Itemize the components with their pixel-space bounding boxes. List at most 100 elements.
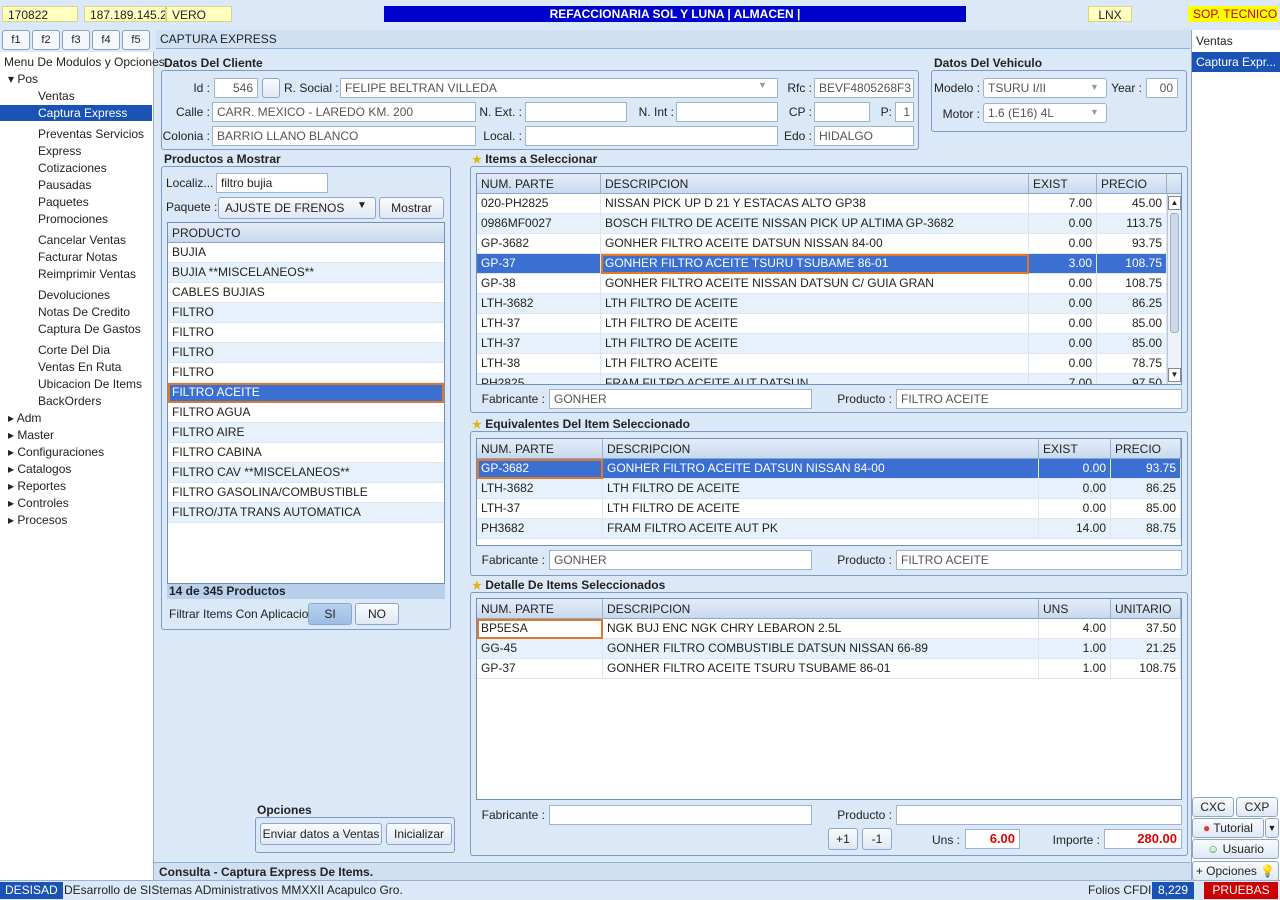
table-row[interactable]: LTH-37 LTH FILTRO DE ACEITE 0.00 85.00 bbox=[477, 334, 1181, 354]
table-row[interactable]: LTH-3682 LTH FILTRO DE ACEITE 0.00 86.25 bbox=[477, 479, 1181, 499]
column-header[interactable]: UNITARIO bbox=[1111, 599, 1181, 619]
sidebar-item[interactable]: Promociones bbox=[0, 211, 152, 227]
table-row[interactable]: FILTRO GASOLINA/COMBUSTIBLE bbox=[168, 483, 444, 503]
motor-select[interactable]: 1.6 (E16) 4L bbox=[983, 103, 1107, 123]
table-row[interactable]: FILTRO bbox=[168, 323, 444, 343]
support-button[interactable]: SOP. TECNICO bbox=[1188, 6, 1278, 22]
table-row[interactable]: FILTRO/JTA TRANS AUTOMATICA bbox=[168, 503, 444, 523]
table-row[interactable]: GG-45 GONHER FILTRO COMBUSTIBLE DATSUN NI… bbox=[477, 639, 1181, 659]
year-field[interactable]: 00 bbox=[1146, 78, 1178, 98]
next-field[interactable] bbox=[525, 102, 627, 122]
table-row[interactable]: 0986MF0027 BOSCH FILTRO DE ACEITE NISSAN … bbox=[477, 214, 1181, 234]
column-header[interactable]: PRECIO bbox=[1097, 174, 1167, 194]
sidebar-item[interactable]: ▸ Configuraciones bbox=[0, 444, 152, 460]
minus-one-button[interactable]: -1 bbox=[862, 828, 892, 850]
cxp-button[interactable]: CXP bbox=[1236, 797, 1278, 817]
f3-button[interactable]: f3 bbox=[62, 30, 90, 50]
sidebar-item[interactable]: ▸ Master bbox=[0, 427, 152, 443]
sidebar-item[interactable]: Ventas En Ruta bbox=[0, 359, 152, 375]
sidebar-item[interactable]: Cotizaciones bbox=[0, 160, 152, 176]
sidebar-item[interactable]: Cancelar Ventas bbox=[0, 232, 152, 248]
captura-express-tab[interactable]: Captura Expr... bbox=[1192, 52, 1280, 72]
scroll-down-icon[interactable]: ▼ bbox=[1168, 368, 1181, 382]
paquete-select[interactable]: AJUSTE DE FRENOS bbox=[218, 197, 376, 219]
chevron-down-icon[interactable]: ▼ bbox=[357, 200, 367, 211]
column-header[interactable]: NUM. PARTE bbox=[477, 174, 601, 194]
mostrar-button[interactable]: Mostrar bbox=[379, 197, 444, 219]
plus-one-button[interactable]: +1 bbox=[828, 828, 858, 850]
table-row[interactable]: FILTRO AIRE bbox=[168, 423, 444, 443]
sidebar-item[interactable]: Ventas bbox=[0, 88, 152, 104]
local-field[interactable] bbox=[525, 126, 778, 146]
equiv-fabricante-field[interactable]: GONHER bbox=[549, 550, 812, 570]
sidebar-item[interactable]: Express bbox=[0, 143, 152, 159]
cxc-button[interactable]: CXC bbox=[1192, 797, 1234, 817]
cliente-lookup-button[interactable] bbox=[262, 78, 280, 98]
table-row[interactable]: BUJIA **MISCELANEOS** bbox=[168, 263, 444, 283]
items-fabricante-field[interactable]: GONHER bbox=[549, 389, 812, 409]
table-row[interactable]: CABLES BUJIAS bbox=[168, 283, 444, 303]
tutorial-dropdown[interactable]: ▼ bbox=[1265, 818, 1279, 838]
nint-field[interactable] bbox=[676, 102, 778, 122]
rsocial-field[interactable]: FELIPE BELTRAN VILLEDA bbox=[340, 78, 778, 98]
sidebar-item[interactable]: ▸ Controles bbox=[0, 495, 152, 511]
sidebar-item[interactable]: ▸ Catalogos bbox=[0, 461, 152, 477]
f2-button[interactable]: f2 bbox=[32, 30, 60, 50]
table-row[interactable]: FILTRO bbox=[168, 343, 444, 363]
sidebar-item[interactable]: Preventas Servicios bbox=[0, 126, 152, 142]
table-row[interactable]: 020-PH2825 NISSAN PICK UP D 21 Y ESTACAS … bbox=[477, 194, 1181, 214]
table-row[interactable]: GP-38 GONHER FILTRO ACEITE NISSAN DATSUN … bbox=[477, 274, 1181, 294]
column-header[interactable]: EXIST bbox=[1029, 174, 1097, 194]
usuario-button[interactable]: ☺ Usuario bbox=[1192, 839, 1279, 859]
table-row[interactable]: PH3682 FRAM FILTRO ACEITE AUT PK 14.00 88.7… bbox=[477, 519, 1181, 539]
sidebar-item[interactable]: ▸ Reportes bbox=[0, 478, 152, 494]
table-row[interactable]: GP-3682 GONHER FILTRO ACEITE DATSUN NISSA… bbox=[477, 459, 1181, 479]
column-header[interactable]: PRECIO bbox=[1111, 439, 1181, 459]
f4-button[interactable]: f4 bbox=[92, 30, 120, 50]
id-field[interactable]: 546 bbox=[214, 78, 258, 98]
column-header[interactable]: DESCRIPCION bbox=[603, 439, 1039, 459]
column-header[interactable]: DESCRIPCION bbox=[603, 599, 1039, 619]
chevron-down-icon[interactable]: ▼ bbox=[1090, 82, 1099, 92]
chevron-down-icon[interactable]: ▼ bbox=[1090, 107, 1099, 117]
column-header[interactable]: EXIST bbox=[1039, 439, 1111, 459]
scroll-thumb[interactable] bbox=[1170, 213, 1179, 333]
enviar-ventas-button[interactable]: Enviar datos a Ventas bbox=[260, 823, 382, 845]
p-field[interactable]: 1 bbox=[895, 102, 914, 122]
table-row[interactable]: LTH-38 LTH FILTRO ACEITE 0.00 78.75 bbox=[477, 354, 1181, 374]
table-row[interactable]: LTH-37 LTH FILTRO DE ACEITE 0.00 85.00 bbox=[477, 314, 1181, 334]
table-row[interactable]: FILTRO bbox=[168, 363, 444, 383]
filtrar-si-button[interactable]: SI bbox=[308, 603, 352, 625]
detalle-fabricante-field[interactable] bbox=[549, 805, 812, 825]
f5-button[interactable]: f5 bbox=[122, 30, 150, 50]
detalle-producto-field[interactable] bbox=[896, 805, 1182, 825]
inicializar-button[interactable]: Inicializar bbox=[386, 823, 452, 845]
sidebar-item[interactable]: Devoluciones bbox=[0, 287, 152, 303]
sidebar-item[interactable]: ▸ Adm bbox=[0, 410, 152, 426]
table-row[interactable]: FILTRO ACEITE bbox=[168, 383, 444, 403]
table-row[interactable]: GP-3682 GONHER FILTRO ACEITE DATSUN NISSA… bbox=[477, 234, 1181, 254]
table-row[interactable]: FILTRO AGUA bbox=[168, 403, 444, 423]
cp-field[interactable] bbox=[814, 102, 870, 122]
table-row[interactable]: FILTRO CAV **MISCELANEOS** bbox=[168, 463, 444, 483]
sidebar-item[interactable]: Paquetes bbox=[0, 194, 152, 210]
table-row[interactable]: BUJIA bbox=[168, 243, 444, 263]
modelo-select[interactable]: TSURU I/II bbox=[983, 78, 1107, 98]
calle-field[interactable]: CARR. MEXICO - LAREDO KM. 200 bbox=[212, 102, 476, 122]
table-row[interactable]: LTH-37 LTH FILTRO DE ACEITE 0.00 85.00 bbox=[477, 499, 1181, 519]
sidebar-item[interactable]: ▾ Pos bbox=[0, 71, 152, 87]
table-row[interactable]: FILTRO CABINA bbox=[168, 443, 444, 463]
table-row[interactable]: GP-37 GONHER FILTRO ACEITE TSURU TSUBAME … bbox=[477, 254, 1181, 274]
edo-field[interactable]: HIDALGO bbox=[814, 126, 914, 146]
sidebar-item[interactable]: Captura De Gastos bbox=[0, 321, 152, 337]
mas-opciones-button[interactable]: + Opciones 💡 bbox=[1192, 861, 1279, 881]
table-row[interactable]: PH2825 FRAM FILTRO ACEITE AUT DATSUN 7.00 9… bbox=[477, 374, 1181, 384]
sidebar-item[interactable]: BackOrders bbox=[0, 393, 152, 409]
sidebar-item[interactable]: Ubicacion De Items bbox=[0, 376, 152, 392]
column-header[interactable]: UNS bbox=[1039, 599, 1111, 619]
sidebar-item[interactable]: ▸ Procesos bbox=[0, 512, 152, 528]
localiz-field[interactable]: filtro bujia bbox=[216, 173, 328, 193]
producto-column-header[interactable]: PRODUCTO bbox=[168, 223, 444, 243]
f1-button[interactable]: f1 bbox=[2, 30, 30, 50]
rfc-field[interactable]: BEVF4805268F3 bbox=[814, 78, 914, 98]
